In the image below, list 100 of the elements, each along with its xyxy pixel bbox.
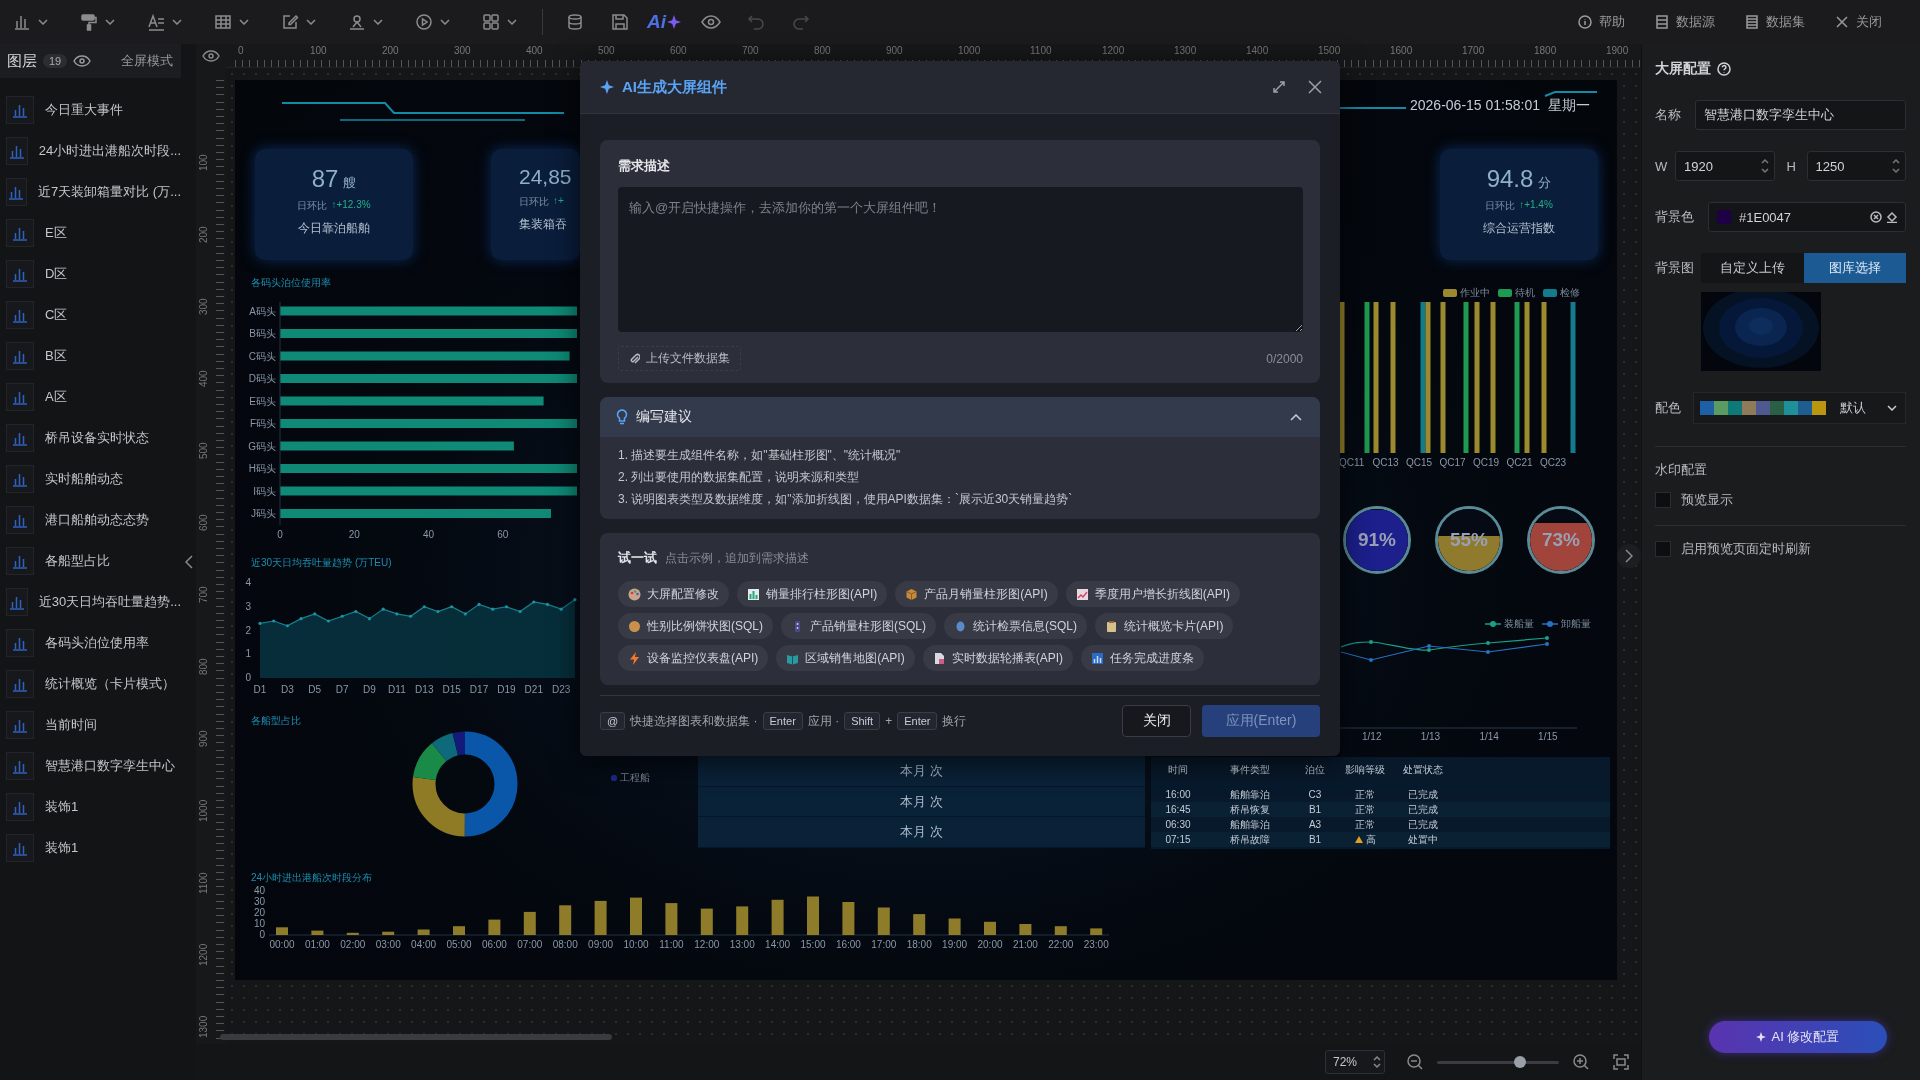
example-chip[interactable]: 区域销售地图(API) [776,645,915,671]
data-point [518,609,522,614]
name-field[interactable]: 智慧港口数字孪生中心 [1695,100,1906,130]
axis-label: QC17 [1439,457,1466,468]
stat-unit: 艘 [343,174,357,192]
chart-title: 24小时进出港船次时段分布 [251,871,373,885]
axis-label: C码头 [248,350,276,362]
layer-item[interactable]: 实时船舶动态 [0,458,181,499]
example-chip[interactable]: 产品月销量柱形图(API) [895,581,1058,607]
close-button[interactable]: 关闭 [1122,705,1191,737]
layer-item[interactable]: D区 [0,253,181,294]
caret-icon [38,19,48,25]
axis-label: 21:00 [1012,939,1038,950]
column-header: 处置状态 [1402,763,1444,777]
tip-text: 1. 描述要生成组件名称，如"基础柱形图"、"统计概况" [618,447,902,463]
layer-item[interactable]: E区 [0,212,181,253]
table-cell-text: 船舶靠泊 [1229,787,1271,802]
example-chip[interactable]: 大屏配置修改 [618,581,729,607]
example-chip[interactable]: 统计检票信息(SQL) [944,613,1088,639]
axis-label: 2 [245,624,251,636]
legend-label: 检修 [1560,286,1580,300]
axis-label: 06:00 [481,939,507,950]
layer-item[interactable]: 桥吊设备实时状态 [0,417,181,458]
example-chip[interactable]: 产品销量柱形图(SQL) [781,613,937,639]
ai-config-button[interactable]: AI 修改配置 [1708,1021,1887,1053]
axis-label: A码头 [249,305,276,317]
checkbox-label: 预览显示 [1681,491,1733,509]
layer-item[interactable]: 当前时间 [0,704,181,745]
toolbar-link[interactable]: 数据集 [1745,13,1805,31]
layer-item[interactable]: 统计概览（卡片模式） [0,663,181,704]
layer-name: 24小时进出港船次时段... [38,141,181,160]
layer-name: 智慧港口数字孪生中心 [45,756,175,775]
checkbox[interactable] [1655,541,1671,557]
example-chip[interactable]: 实时数据轮播表(API) [922,645,1074,671]
toolbar-link[interactable]: 帮助 [1578,13,1625,31]
width-field[interactable]: 1920 [1675,151,1775,181]
axis-label: QC21 [1506,457,1533,468]
layer-item[interactable]: C区 [0,294,181,335]
zoom-field[interactable]: 72% [1325,1050,1385,1074]
ruler-label: 100 [310,45,327,56]
palette-select[interactable]: 默认 [1693,392,1906,424]
layer-item[interactable]: 近7天装卸箱量对比 (万... [0,171,181,212]
example-chip[interactable]: 销量排行柱形图(API) [737,581,888,607]
toolbar-link[interactable]: 数据源 [1655,13,1715,31]
character-counter: 0/2000 [1266,351,1303,366]
maximize-button[interactable] [1272,80,1286,94]
layer-item[interactable]: B区 [0,335,181,376]
tips-header[interactable]: 编写建议 [600,397,1320,437]
layer-item[interactable]: 装饰1 [0,786,181,827]
scrollbar[interactable] [220,1034,612,1040]
change-value: ↑+12.3% [331,199,371,212]
shortcut-text: 应用 · [807,712,840,730]
layer-item[interactable]: 各船型占比 [0,540,181,581]
layer-name: 港口船舶动态态势 [45,510,149,529]
data-point [340,614,344,618]
example-chip[interactable]: 季度用户增长折线图(API) [1065,581,1241,607]
axis-label: D13 [415,684,434,695]
data-point [1486,641,1490,645]
fullscreen-button[interactable]: 全屏模式 [121,52,173,70]
layer-item[interactable]: 24小时进出港船次时段... [0,130,181,171]
axis-label: 1 [245,648,251,660]
table-cell-text: 已完成 [1407,817,1439,832]
ai-generate-button[interactable]: Ai [647,7,681,37]
data-point [436,609,440,614]
axis-label: D3 [281,684,294,695]
axis-label: 22:00 [1048,939,1074,950]
axis-label: 02:00 [340,939,366,950]
lightbulb-icon [616,409,628,425]
upload-button[interactable]: 上传文件数据集 [618,346,741,371]
image-source-tab[interactable]: 自定义上传 [1701,253,1804,283]
table-cell-text: 已完成 [1407,802,1439,817]
layer-item[interactable]: 今日重大事件 [0,89,181,130]
checkbox[interactable] [1655,492,1671,508]
close-button[interactable] [1308,80,1322,94]
example-chip[interactable]: 任务完成进度条 [1081,645,1205,671]
layer-item[interactable]: A区 [0,376,181,417]
layer-name: 装饰1 [45,797,79,816]
height-field[interactable]: 1250 [1806,151,1906,181]
layer-item[interactable]: 各码头泊位使用率 [0,622,181,663]
field-label: 背景色 [1655,208,1695,226]
table-icon [214,13,232,31]
layer-item[interactable]: 智慧港口数字孪生中心 [0,745,181,786]
slider-thumb[interactable] [1513,1055,1526,1068]
section-title: 水印配置 [1655,461,1708,479]
close-button[interactable]: 关闭 [1835,13,1882,31]
stat-unit: 分 [1538,174,1552,192]
color-field[interactable]: #1E0047 [1708,202,1906,232]
axis-label: J码头 [251,508,276,519]
layer-item[interactable]: 近30天日均吞吐量趋势... [0,581,181,622]
example-chip[interactable]: 设备监控仪表盘(API) [618,645,769,671]
layer-item[interactable]: 装饰1 [0,827,181,868]
image-source-tab[interactable]: 图库选择 [1803,253,1906,283]
ruler-label: 1200 [198,943,209,966]
compare-label: 日环比 [297,199,328,213]
layer-name: 今日重大事件 [45,100,123,119]
example-chip[interactable]: 统计概览卡片(API) [1095,613,1234,639]
stat-title: 集装箱吞 [519,216,567,233]
layer-item[interactable]: 港口船舶动态态势 [0,499,181,540]
example-chip[interactable]: 性别比例饼状图(SQL) [618,613,773,639]
axis-label: 08:00 [552,939,578,950]
